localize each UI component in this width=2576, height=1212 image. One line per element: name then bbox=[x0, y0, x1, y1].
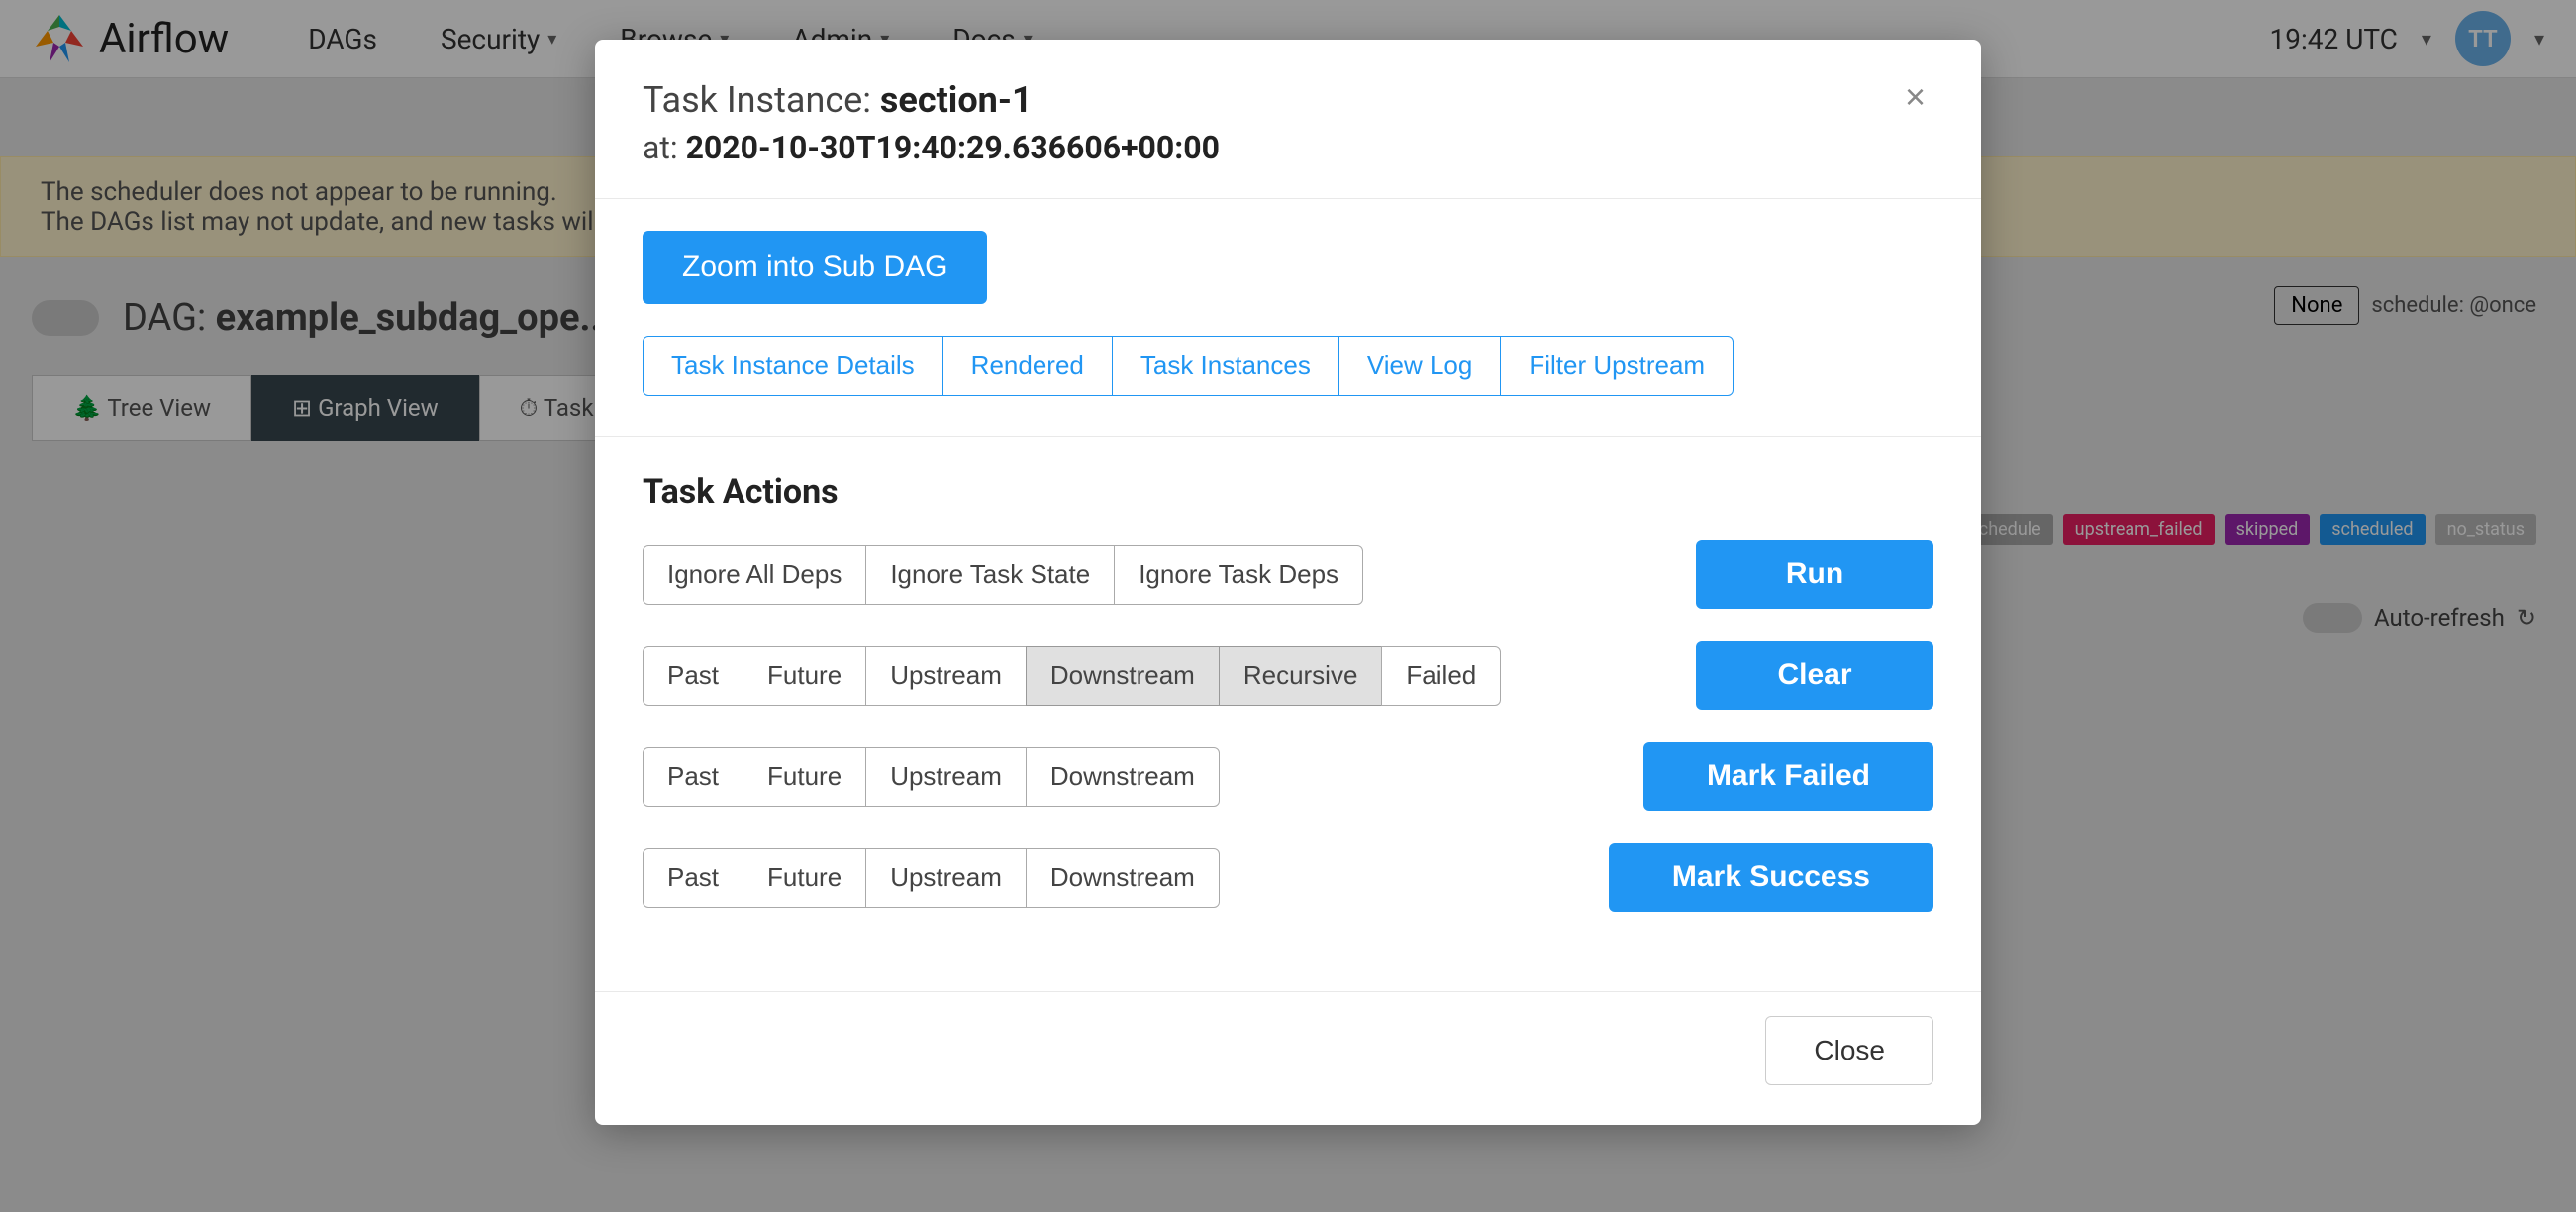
section-divider bbox=[595, 436, 1981, 437]
clear-upstream-check[interactable]: Upstream bbox=[865, 646, 1027, 706]
clear-checkboxes: Past Future Upstream Downstream Recursiv… bbox=[643, 646, 1500, 706]
close-modal-button[interactable]: Close bbox=[1765, 1016, 1933, 1085]
tab-task-instance-details[interactable]: Task Instance Details bbox=[643, 336, 943, 396]
modal-footer: Close bbox=[595, 991, 1981, 1125]
mark-success-action-group: Past Future Upstream Downstream Mark Suc… bbox=[643, 843, 1933, 912]
modal-overlay: Task Instance: section-1 at: 2020-10-30T… bbox=[0, 0, 2576, 1212]
failed-upstream-check[interactable]: Upstream bbox=[865, 747, 1027, 807]
task-instance-modal: Task Instance: section-1 at: 2020-10-30T… bbox=[595, 40, 1981, 1125]
title-value: section-1 bbox=[880, 79, 1033, 121]
mark-failed-checkboxes: Past Future Upstream Downstream bbox=[643, 747, 1219, 807]
subtitle-value: 2020-10-30T19:40:29.636606+00:00 bbox=[686, 129, 1220, 166]
clear-downstream-check[interactable]: Downstream bbox=[1026, 646, 1220, 706]
failed-downstream-check[interactable]: Downstream bbox=[1026, 747, 1220, 807]
modal-close-icon[interactable]: × bbox=[1897, 79, 1933, 115]
run-action-group: Ignore All Deps Ignore Task State Ignore… bbox=[643, 540, 1933, 609]
mark-failed-button[interactable]: Mark Failed bbox=[1643, 742, 1933, 811]
tab-task-instances[interactable]: Task Instances bbox=[1112, 336, 1339, 396]
modal-titles: Task Instance: section-1 at: 2020-10-30T… bbox=[643, 79, 1220, 166]
run-checkboxes: Ignore All Deps Ignore Task State Ignore… bbox=[643, 545, 1362, 605]
tab-filter-upstream[interactable]: Filter Upstream bbox=[1500, 336, 1734, 396]
clear-past-check[interactable]: Past bbox=[643, 646, 743, 706]
success-upstream-check[interactable]: Upstream bbox=[865, 848, 1027, 908]
modal-body: Zoom into Sub DAG Task Instance Details … bbox=[595, 199, 1981, 983]
failed-past-check[interactable]: Past bbox=[643, 747, 743, 807]
ignore-task-state-check[interactable]: Ignore Task State bbox=[865, 545, 1115, 605]
modal-header: Task Instance: section-1 at: 2020-10-30T… bbox=[595, 40, 1981, 199]
clear-recursive-check[interactable]: Recursive bbox=[1219, 646, 1383, 706]
subtitle-label: at: bbox=[643, 129, 678, 166]
tab-row: Task Instance Details Rendered Task Inst… bbox=[643, 336, 1933, 396]
success-past-check[interactable]: Past bbox=[643, 848, 743, 908]
modal-title: Task Instance: section-1 bbox=[643, 79, 1220, 121]
task-actions-heading: Task Actions bbox=[643, 472, 1933, 512]
mark-success-checkboxes: Past Future Upstream Downstream bbox=[643, 848, 1219, 908]
failed-future-check[interactable]: Future bbox=[743, 747, 866, 807]
tab-rendered[interactable]: Rendered bbox=[942, 336, 1113, 396]
clear-failed-check[interactable]: Failed bbox=[1381, 646, 1501, 706]
ignore-all-deps-check[interactable]: Ignore All Deps bbox=[643, 545, 866, 605]
run-button[interactable]: Run bbox=[1696, 540, 1933, 609]
success-downstream-check[interactable]: Downstream bbox=[1026, 848, 1220, 908]
mark-failed-action-group: Past Future Upstream Downstream Mark Fai… bbox=[643, 742, 1933, 811]
success-future-check[interactable]: Future bbox=[743, 848, 866, 908]
ignore-task-deps-check[interactable]: Ignore Task Deps bbox=[1114, 545, 1363, 605]
modal-title-row: Task Instance: section-1 at: 2020-10-30T… bbox=[643, 79, 1933, 166]
modal-subtitle: at: 2020-10-30T19:40:29.636606+00:00 bbox=[643, 129, 1220, 166]
clear-button[interactable]: Clear bbox=[1696, 641, 1933, 710]
clear-action-group: Past Future Upstream Downstream Recursiv… bbox=[643, 641, 1933, 710]
zoom-sub-dag-button[interactable]: Zoom into Sub DAG bbox=[643, 231, 987, 304]
title-label: Task Instance: bbox=[643, 79, 871, 121]
mark-success-button[interactable]: Mark Success bbox=[1609, 843, 1933, 912]
clear-future-check[interactable]: Future bbox=[743, 646, 866, 706]
tab-view-log[interactable]: View Log bbox=[1338, 336, 1502, 396]
